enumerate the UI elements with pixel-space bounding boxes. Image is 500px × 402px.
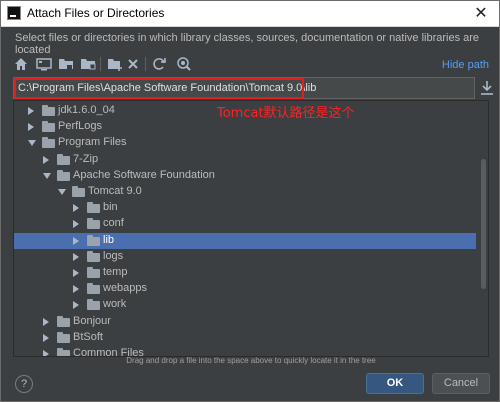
red-annotation-text: Tomcat默认路径是这个 (217, 106, 355, 121)
download-icon[interactable] (480, 80, 494, 96)
path-highlight-box (14, 78, 304, 99)
tree-row[interactable]: webapps (14, 281, 476, 297)
expand-right-icon[interactable] (73, 269, 79, 277)
expand-right-icon[interactable] (73, 236, 79, 245)
folder-icon (42, 105, 55, 116)
delete-icon[interactable] (125, 56, 141, 72)
expand-right-icon[interactable] (43, 317, 49, 326)
show-hidden-icon[interactable] (176, 56, 192, 72)
folder-icon (57, 331, 70, 343)
tree-row[interactable]: Bonjour (14, 314, 476, 330)
tree-row[interactable]: Tomcat 9.0 (14, 184, 476, 200)
tree-row-label: Bonjour (73, 314, 111, 327)
tree-row-label: work (103, 298, 127, 311)
folder-icon (87, 234, 100, 246)
tree-row[interactable]: lib (14, 232, 476, 249)
tree-row[interactable]: work (14, 297, 476, 313)
window-title: Attach Files or Directories (27, 6, 165, 20)
tree-row-label: temp (103, 266, 128, 278)
tree-row-label: Program Files (58, 136, 127, 149)
tree-scrollbar[interactable] (479, 101, 488, 356)
title-bar: Attach Files or Directories ✕ (1, 1, 499, 27)
folder-icon (87, 299, 100, 311)
expand-right-icon[interactable] (28, 107, 34, 115)
folder-icon (87, 267, 100, 278)
refresh-icon[interactable] (151, 56, 167, 72)
dialog-description: Select files or directories in which lib… (15, 32, 480, 56)
tree-row-label: jdk1.6.0_04 (58, 104, 115, 116)
expand-right-icon[interactable] (43, 155, 49, 164)
expand-right-icon[interactable] (73, 285, 79, 294)
drag-drop-hint: Drag and drop a file into the space abov… (126, 356, 376, 365)
folder-icon (87, 283, 100, 295)
expand-down-icon[interactable] (43, 172, 51, 179)
tree-row[interactable]: Program Files (14, 135, 476, 151)
project-icon[interactable] (58, 56, 74, 72)
expand-right-icon[interactable] (73, 220, 79, 229)
toolbar-separator (100, 57, 101, 71)
tree-row[interactable]: temp (14, 265, 476, 281)
tree-row-label: lib (103, 233, 115, 246)
tree-row[interactable]: PerfLogs (14, 119, 476, 135)
tree-row-label: PerfLogs (58, 120, 103, 133)
tree-row[interactable]: Apache Software Foundation (14, 168, 476, 184)
expand-right-icon[interactable] (73, 204, 79, 213)
expand-right-icon[interactable] (28, 123, 34, 132)
folder-icon (87, 218, 100, 230)
tree-row[interactable]: BtSoft (14, 330, 476, 346)
directory-tree[interactable]: jdk1.6.0_04 PerfLogs Program Files 7-Zip Apa… (13, 100, 489, 357)
tree-row-label: Apache Software Foundation (73, 168, 215, 181)
folder-icon (57, 153, 70, 165)
folder-icon (72, 186, 85, 197)
tree-row[interactable]: conf (14, 216, 476, 232)
home-icon[interactable] (13, 56, 29, 72)
expand-down-icon[interactable] (58, 189, 66, 195)
expand-right-icon[interactable] (73, 301, 79, 310)
scrollbar-thumb[interactable] (481, 159, 486, 289)
folder-icon (57, 315, 70, 327)
hide-path-link[interactable]: Hide path (442, 59, 489, 71)
tree-row-label: webapps (103, 282, 148, 295)
toolbar-separator (145, 57, 146, 71)
desktop-icon[interactable] (36, 56, 52, 72)
tree-row-label: logs (103, 249, 124, 262)
close-button[interactable]: ✕ (471, 3, 491, 23)
tree-row-label: bin (103, 201, 118, 214)
folder-icon (42, 137, 55, 149)
folder-icon (87, 250, 100, 262)
tree-row[interactable]: logs (14, 249, 476, 265)
module-icon[interactable] (80, 56, 96, 72)
tree-row[interactable]: 7-Zip (14, 152, 476, 168)
tree-row-label: BtSoft (73, 330, 103, 343)
intellij-app-icon (7, 6, 21, 20)
ok-button[interactable]: OK (366, 373, 424, 394)
expand-right-icon[interactable] (43, 333, 49, 342)
cancel-button[interactable]: Cancel (432, 373, 490, 394)
tree-row[interactable]: bin (14, 200, 476, 216)
tree-row-label: Tomcat 9.0 (88, 185, 142, 197)
new-folder-icon[interactable] (107, 56, 123, 72)
expand-down-icon[interactable] (28, 140, 36, 147)
expand-right-icon[interactable] (73, 252, 79, 261)
folder-icon (42, 121, 55, 133)
folder-icon (87, 202, 100, 214)
tree-row-label: 7-Zip (73, 152, 99, 165)
folder-icon (57, 169, 70, 181)
help-button[interactable]: ? (15, 375, 33, 393)
tree-row-label: conf (103, 217, 124, 230)
attach-files-dialog: Attach Files or Directories ✕ Select fil… (0, 0, 500, 402)
